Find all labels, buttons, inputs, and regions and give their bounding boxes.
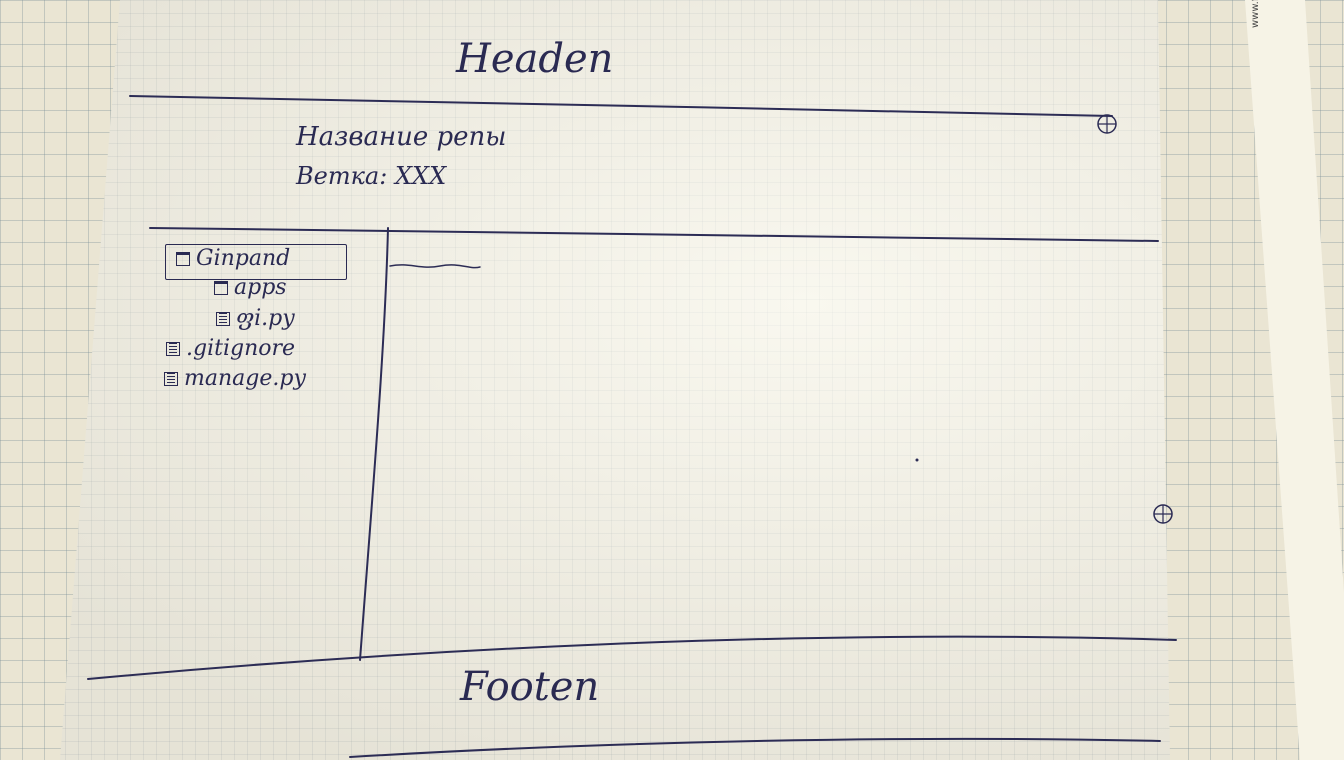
branch-label: Ветка: XXX (296, 162, 447, 190)
tree-item-ginpand[interactable]: Ginpand (176, 246, 290, 271)
folder-icon (214, 280, 228, 295)
header-divider-line (129, 95, 1113, 117)
tree-item-label: apps (234, 275, 287, 300)
tree-item-label: Ginpand (196, 246, 291, 271)
content-placeholder-scribble (389, 264, 481, 269)
repo-name: Название репы (296, 122, 507, 152)
sidebar-divider-line (359, 227, 389, 661)
tree-item-gitignore[interactable]: .gitignore (166, 336, 295, 361)
footer-bottom-line (349, 737, 1161, 758)
photo-background: www.fakro Headen Название репы Ветка: XX… (0, 0, 1344, 760)
file-icon (216, 311, 230, 326)
file-icon (164, 371, 178, 386)
repo-divider-line (149, 227, 1159, 242)
content-bottom-line (87, 635, 1177, 680)
tree-item-label: .gitignore (186, 336, 296, 361)
folder-icon (176, 251, 190, 266)
tree-item-label: manage.py (184, 366, 306, 391)
ink-dot (915, 458, 919, 462)
footer-label: Footen (460, 664, 600, 710)
header-label: Headen (456, 36, 614, 82)
tree-item-label: ფi.py (236, 306, 295, 331)
file-icon (166, 341, 180, 356)
tree-item-manage[interactable]: manage.py (164, 366, 306, 391)
tree-item-apps[interactable]: apps (214, 275, 287, 300)
tree-item-py-file[interactable]: ფi.py (216, 306, 295, 331)
